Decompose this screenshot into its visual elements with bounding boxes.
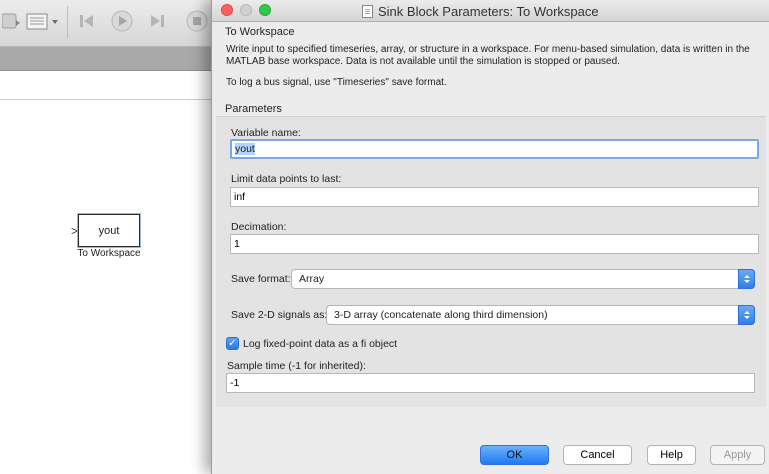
sample-time-input[interactable] <box>226 373 755 393</box>
save-2d-label: Save 2-D signals as: <box>231 309 328 321</box>
limit-points-input[interactable] <box>230 187 759 207</box>
save-2d-select[interactable]: 3-D array (concatenate along third dimen… <box>326 305 755 325</box>
toolbar-separator <box>67 6 68 38</box>
apply-button[interactable]: Apply <box>710 445 765 465</box>
cancel-button[interactable]: Cancel <box>563 445 632 465</box>
decimation-label: Decimation: <box>231 221 287 233</box>
log-fixed-point-label: Log fixed-point data as a fi object <box>243 338 398 350</box>
checkmark-icon: ✓ <box>228 337 237 349</box>
ok-button[interactable]: OK <box>480 445 549 465</box>
block-description: Write input to specified timeseries, arr… <box>226 44 761 98</box>
variable-name-value: yout <box>235 143 255 155</box>
dialog-title: Sink Block Parameters: To Workspace <box>378 3 599 19</box>
save-2d-value: 3-D array (concatenate along third dimen… <box>334 309 548 321</box>
chevron-updown-icon <box>738 305 755 325</box>
block-caption: To Workspace <box>77 248 141 259</box>
block-type-label: To Workspace <box>225 26 295 38</box>
variable-name-label: Variable name: <box>231 127 301 139</box>
dialog-titlebar: Sink Block Parameters: To Workspace <box>212 0 769 22</box>
palette-icon[interactable] <box>1 10 24 32</box>
decimation-input[interactable] <box>230 234 759 254</box>
model-config-icon[interactable] <box>26 10 62 32</box>
save-format-value: Array <box>299 273 325 285</box>
step-forward-icon[interactable] <box>146 10 168 32</box>
sample-time-label: Sample time (-1 for inherited): <box>227 360 366 372</box>
close-window-button[interactable] <box>221 4 233 16</box>
block-parameters-dialog: Sink Block Parameters: To Workspace To W… <box>211 0 769 474</box>
description-text: Write input to specified timeseries, arr… <box>226 44 750 67</box>
step-back-icon[interactable] <box>76 10 98 32</box>
to-workspace-block[interactable]: yout <box>78 214 140 247</box>
limit-points-label: Limit data points to last: <box>231 173 342 185</box>
parameters-heading: Parameters <box>225 103 282 115</box>
save-format-select[interactable]: Array <box>291 269 755 289</box>
input-port-marker: > <box>71 224 79 238</box>
bus-signal-hint: To log a bus signal, use "Timeseries" sa… <box>226 77 447 88</box>
help-button[interactable]: Help <box>647 445 696 465</box>
document-icon <box>362 4 373 18</box>
run-icon[interactable] <box>111 10 133 32</box>
chevron-updown-icon <box>738 269 755 289</box>
save-format-label: Save format: <box>231 273 291 285</box>
log-fixed-point-checkbox[interactable]: ✓ <box>226 337 239 350</box>
variable-name-input[interactable]: yout <box>230 139 759 159</box>
zoom-window-button[interactable] <box>259 4 271 16</box>
minimize-window-button[interactable] <box>240 4 252 16</box>
block-label: yout <box>98 224 120 237</box>
stop-icon[interactable] <box>186 10 208 32</box>
